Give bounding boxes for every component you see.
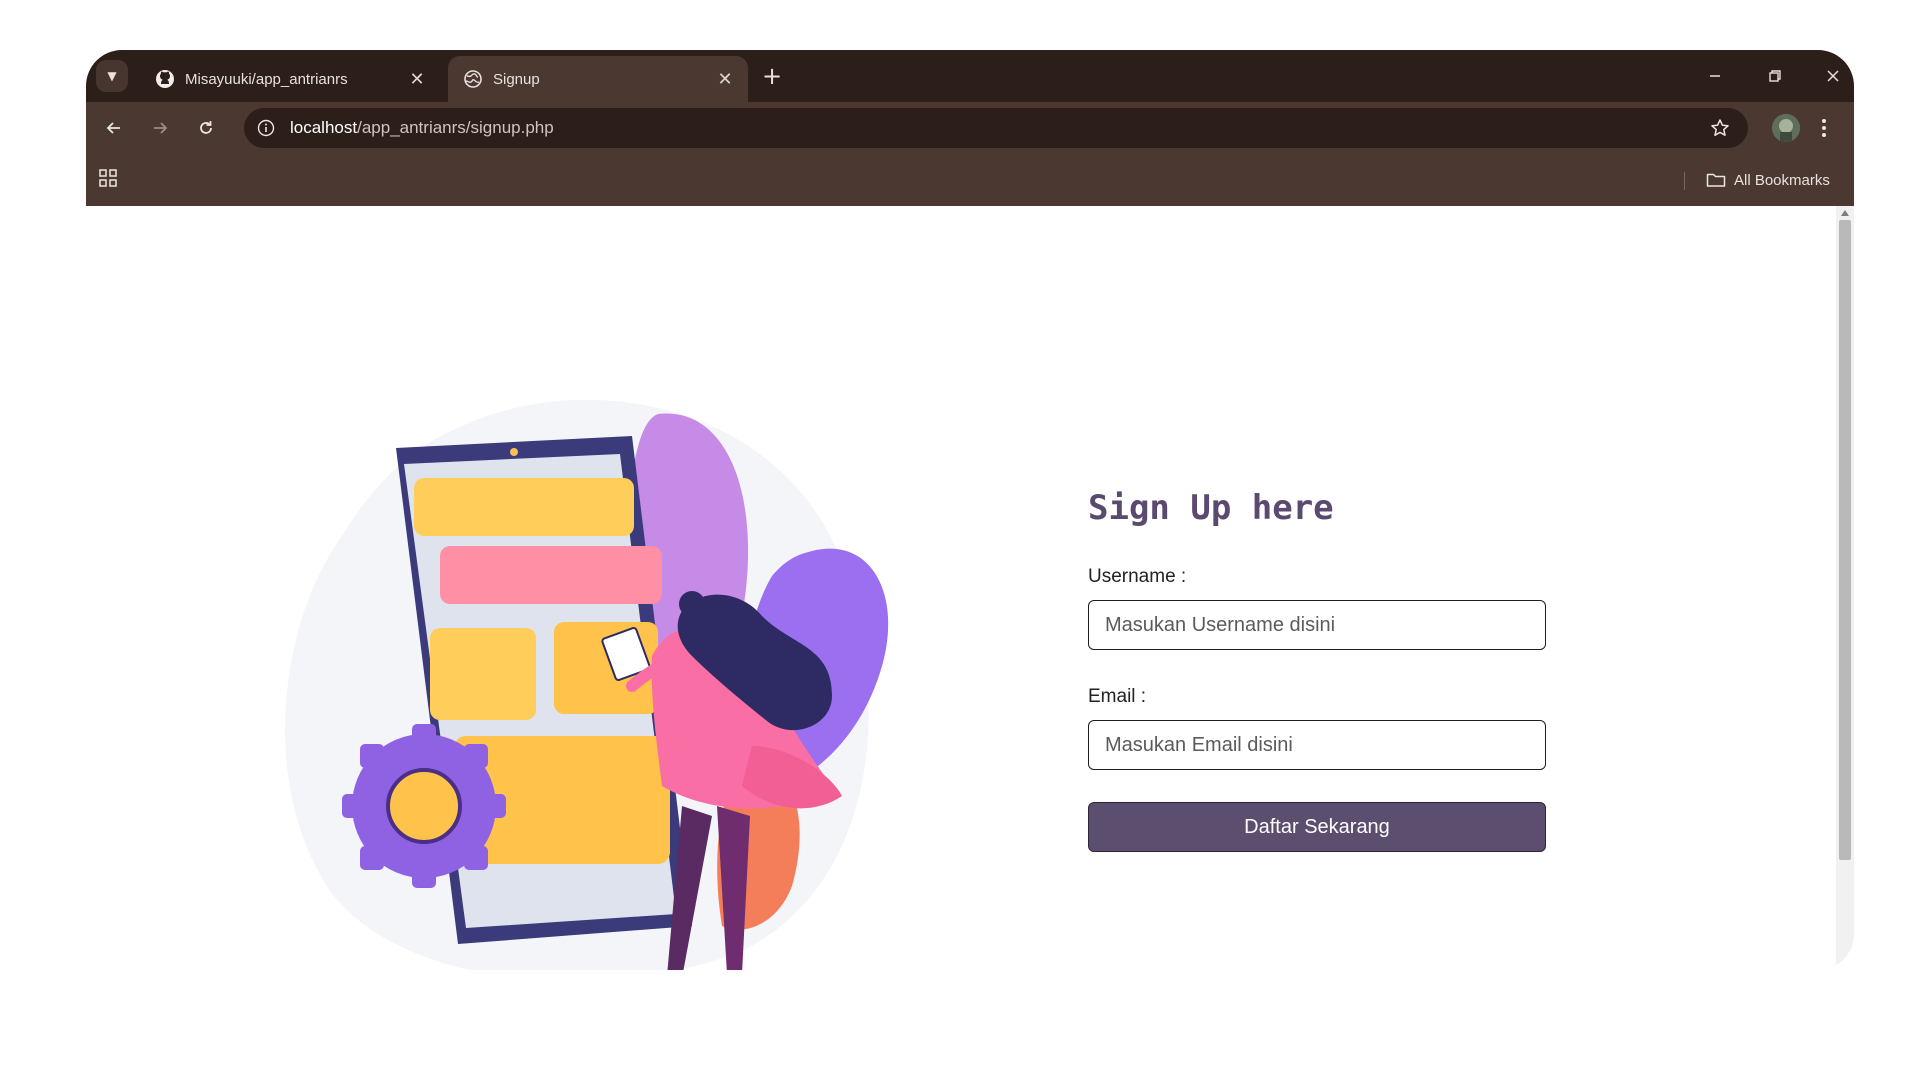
github-icon (154, 68, 176, 90)
scroll-thumb[interactable] (1839, 220, 1851, 860)
apps-grid-icon[interactable] (98, 168, 122, 192)
new-tab-button[interactable]: + (758, 62, 786, 90)
chevron-down-icon: ▼ (107, 69, 117, 83)
profile-avatar[interactable] (1772, 114, 1800, 142)
url-path: /app_antrianrs/signup.php (357, 118, 554, 137)
browser-window: ▼ Misayuuki/app_antrianrs ✕ Signup ✕ + l… (86, 50, 1854, 970)
tab-title: Signup (493, 70, 540, 88)
tab-search-button[interactable]: ▼ (96, 60, 128, 92)
tab-signup[interactable]: Signup ✕ (448, 56, 748, 102)
address-bar[interactable]: localhost/app_antrianrs/signup.php (244, 108, 1748, 148)
minimize-icon (1710, 75, 1720, 77)
reload-button[interactable] (192, 114, 220, 142)
info-icon[interactable] (252, 114, 280, 142)
ui-card (430, 628, 536, 720)
tab-title: Misayuuki/app_antrianrs (185, 70, 348, 88)
ui-card (414, 478, 634, 536)
back-button[interactable] (100, 114, 128, 142)
signup-illustration (285, 399, 889, 970)
more-vertical-icon (1822, 119, 1826, 137)
bookmarks-bar: All Bookmarks (86, 154, 1854, 206)
minimize-button[interactable] (1700, 62, 1730, 90)
ui-card (440, 546, 662, 604)
arrow-left-icon (106, 122, 120, 134)
tab-github[interactable]: Misayuuki/app_antrianrs ✕ (140, 56, 440, 102)
tablet-camera (510, 448, 518, 456)
close-icon[interactable]: ✕ (714, 68, 736, 90)
globe-icon (462, 68, 484, 90)
close-window-button[interactable] (1818, 62, 1848, 90)
close-icon (1827, 70, 1839, 82)
restore-button[interactable] (1760, 62, 1790, 90)
username-input[interactable] (1088, 600, 1546, 650)
reload-icon (200, 121, 212, 134)
url-host: localhost (290, 118, 358, 137)
submit-button[interactable]: Daftar Sekarang (1088, 802, 1546, 852)
all-bookmarks-button[interactable]: All Bookmarks (1706, 168, 1830, 192)
browser-toolbar: localhost/app_antrianrs/signup.php (86, 102, 1854, 154)
close-icon[interactable]: ✕ (406, 68, 428, 90)
email-label: Email : (1088, 686, 1147, 707)
page-viewport: Sign Up here Username : Email : Daftar S… (86, 206, 1854, 970)
bookmarks-divider (1684, 172, 1685, 190)
gear-icon (342, 724, 506, 888)
browser-menu-button[interactable] (1810, 114, 1838, 142)
page-title: Sign Up here (1088, 488, 1334, 528)
url-text[interactable]: localhost/app_antrianrs/signup.php (290, 118, 554, 138)
email-input[interactable] (1088, 720, 1546, 770)
bookmark-star-icon[interactable] (1706, 114, 1734, 142)
page-scrollbar[interactable] (1836, 206, 1854, 970)
signup-form: Sign Up here Username : Email : Daftar S… (1088, 488, 1548, 852)
scroll-up-icon[interactable] (1841, 210, 1849, 216)
tab-strip: ▼ Misayuuki/app_antrianrs ✕ Signup ✕ + (86, 50, 1854, 102)
username-label: Username : (1088, 566, 1187, 587)
plus-icon: + (761, 62, 783, 90)
restore-icon (1769, 70, 1781, 82)
arrow-right-icon (154, 122, 168, 134)
all-bookmarks-label: All Bookmarks (1734, 171, 1830, 189)
folder-icon (1706, 173, 1726, 187)
avatar-icon (1772, 114, 1800, 142)
forward-button[interactable] (146, 114, 174, 142)
